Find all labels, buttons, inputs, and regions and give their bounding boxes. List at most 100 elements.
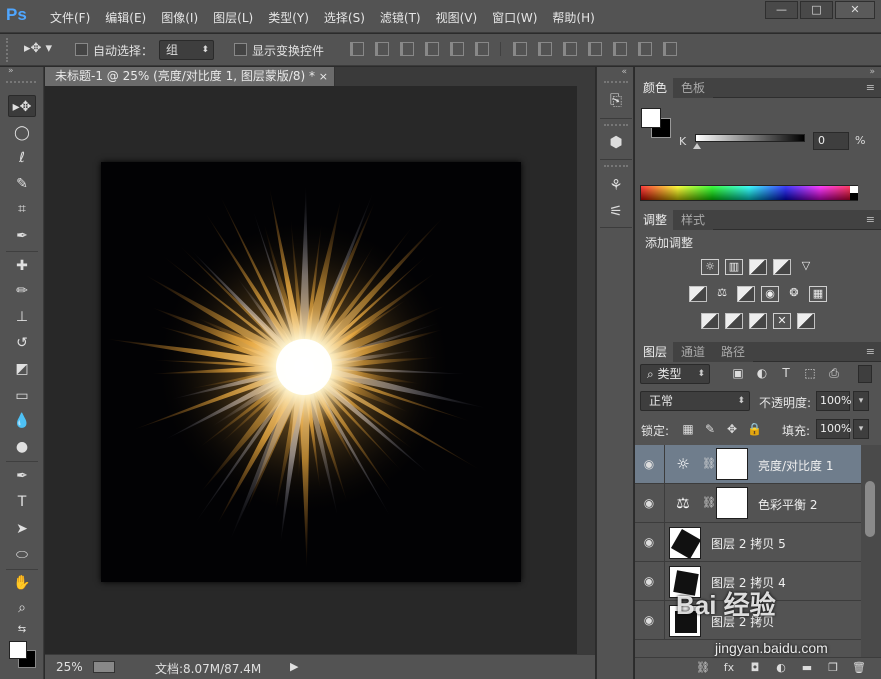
document-tab[interactable]: 未标题-1 @ 25% (亮度/对比度 1, 图层蒙版/8) * × [45, 67, 335, 86]
invert-icon[interactable] [701, 313, 719, 329]
link-layers-icon[interactable]: ⛓ [695, 658, 711, 679]
color-foreground-swatch[interactable] [641, 108, 661, 128]
eye-icon[interactable]: ◉ [641, 456, 657, 472]
panel-grip[interactable] [604, 81, 628, 85]
brush-tool-icon[interactable]: ✏ [8, 280, 36, 302]
blend-mode-dropdown[interactable]: 正常 ⬍ [640, 391, 750, 411]
posterize-icon[interactable] [725, 313, 743, 329]
k-value-field[interactable]: 0 [813, 132, 849, 150]
close-tab-icon[interactable]: × [319, 67, 328, 86]
distribute-top-icon[interactable] [513, 42, 527, 56]
menu-image[interactable]: 图像(I) [161, 9, 198, 26]
path-select-tool-icon[interactable]: ➤ [8, 518, 36, 540]
move-tool-preset-icon[interactable]: ▸✥ ▾ [24, 41, 52, 56]
menu-layer[interactable]: 图层(L) [213, 9, 253, 26]
panel-grip[interactable] [604, 165, 628, 169]
healing-brush-tool-icon[interactable]: ✚ [8, 255, 36, 277]
menu-view[interactable]: 视图(V) [436, 9, 478, 26]
layer-row[interactable]: ◉ ⚖ ⛓ 色彩平衡 2 [635, 484, 861, 523]
status-menu-arrow-icon[interactable]: ▶ [290, 660, 298, 673]
fill-slider-toggle[interactable]: ▾ [853, 419, 869, 439]
eraser-tool-icon[interactable]: ◩ [8, 358, 36, 380]
lasso-tool-icon[interactable]: ℓ [8, 147, 36, 169]
align-bottom-icon[interactable] [400, 42, 414, 56]
panel-menu-icon[interactable]: ≡ [866, 81, 875, 94]
color-lookup-icon[interactable]: ▦ [809, 286, 827, 302]
show-transform-checkbox[interactable] [234, 43, 247, 56]
stamp-tool-icon[interactable]: ⊥ [8, 306, 36, 328]
eye-icon[interactable]: ◉ [641, 534, 657, 550]
quick-select-tool-icon[interactable]: ✎ [8, 173, 36, 195]
bw-icon[interactable] [737, 286, 755, 302]
swap-colors-icon[interactable]: ⇆ [8, 619, 36, 641]
auto-select-dropdown[interactable]: 组 ⬍ [159, 40, 214, 60]
eyedropper-tool-icon[interactable]: ✒ [8, 225, 36, 247]
zoom-level[interactable]: 25% [56, 660, 83, 674]
collapse-arrows-icon[interactable]: « [621, 67, 627, 77]
new-adjustment-icon[interactable]: ◐ [773, 658, 789, 679]
dodge-tool-icon[interactable]: ● [8, 436, 36, 458]
opacity-field[interactable]: 100% [816, 391, 851, 411]
selective-color-icon[interactable]: ✕ [773, 313, 791, 329]
add-mask-icon[interactable]: ◘ [747, 658, 763, 679]
lock-pixels-icon[interactable]: ✎ [703, 422, 717, 436]
black-white-swatch[interactable] [850, 186, 858, 200]
filter-toggle[interactable] [858, 365, 872, 383]
tab-channels[interactable]: 通道 [673, 342, 714, 362]
distribute-bottom-icon[interactable] [563, 42, 577, 56]
threshold-icon[interactable] [749, 313, 767, 329]
lock-position-icon[interactable]: ✥ [725, 422, 739, 436]
menu-help[interactable]: 帮助(H) [552, 9, 594, 26]
eye-icon[interactable]: ◉ [641, 612, 657, 628]
align-hcenter-icon[interactable] [450, 42, 464, 56]
3d-panel-icon[interactable]: ⬢ [604, 131, 628, 153]
layer-row[interactable]: ◉ ☼ ⛓ 亮度/对比度 1 [635, 445, 861, 484]
panel-grip[interactable] [604, 124, 628, 128]
panel-menu-icon[interactable]: ≡ [866, 213, 875, 226]
k-slider[interactable] [695, 134, 805, 142]
tab-swatches[interactable]: 色板 [673, 78, 714, 98]
maximize-button[interactable]: □ [800, 1, 833, 19]
distribute-hcenter-icon[interactable] [613, 42, 627, 56]
auto-align-icon[interactable] [663, 42, 677, 56]
channel-mixer-icon[interactable]: ❂ [785, 286, 803, 302]
align-vcenter-icon[interactable] [375, 42, 389, 56]
mask-link-icon[interactable]: ⛓ [702, 496, 716, 509]
eye-icon[interactable]: ◉ [641, 573, 657, 589]
layer-kind-filter[interactable]: ⌕ 类型 ⬍ [640, 364, 710, 384]
pen-tool-icon[interactable]: ✒ [8, 465, 36, 487]
collapse-arrows-icon[interactable]: » [8, 66, 14, 76]
menu-filter[interactable]: 滤镜(T) [380, 9, 421, 26]
distribute-right-icon[interactable] [638, 42, 652, 56]
brush-panel-icon[interactable]: ⚘ [604, 174, 628, 196]
menu-file[interactable]: 文件(F) [50, 9, 90, 26]
brush-presets-icon[interactable]: ⚟ [604, 200, 628, 222]
tab-color[interactable]: 颜色 [635, 78, 676, 98]
new-group-icon[interactable]: ▬ [799, 658, 815, 679]
color-balance-icon[interactable]: ⚖ [713, 286, 731, 302]
distribute-vcenter-icon[interactable] [538, 42, 552, 56]
document-canvas[interactable] [101, 162, 521, 582]
menu-window[interactable]: 窗口(W) [492, 9, 537, 26]
canvas-vertical-scrollbar[interactable] [577, 86, 595, 654]
history-panel-icon[interactable]: ⎘ [604, 89, 628, 111]
tab-styles[interactable]: 样式 [673, 210, 714, 230]
fill-field[interactable]: 100% [816, 419, 851, 439]
adjustment-filter-icon[interactable]: ◐ [755, 366, 769, 380]
type-tool-icon[interactable]: T [8, 491, 36, 513]
eye-icon[interactable]: ◉ [641, 495, 657, 511]
foreground-color-swatch[interactable] [9, 641, 27, 659]
minimize-button[interactable]: — [765, 1, 798, 19]
history-brush-tool-icon[interactable]: ↺ [8, 332, 36, 354]
menu-select[interactable]: 选择(S) [324, 9, 365, 26]
triangle-icon[interactable]: ▽ [797, 259, 815, 275]
opacity-slider-toggle[interactable]: ▾ [853, 391, 869, 411]
status-preview-icon[interactable] [93, 661, 115, 673]
layer-style-icon[interactable]: fx [721, 658, 737, 679]
gradient-tool-icon[interactable]: ▭ [8, 385, 36, 407]
k-slider-thumb[interactable] [693, 143, 701, 149]
lock-transparency-icon[interactable]: ▦ [681, 422, 695, 436]
smart-object-filter-icon[interactable]: ⎙ [827, 366, 841, 380]
pixel-filter-icon[interactable]: ▣ [731, 366, 745, 380]
auto-select-checkbox[interactable] [75, 43, 88, 56]
